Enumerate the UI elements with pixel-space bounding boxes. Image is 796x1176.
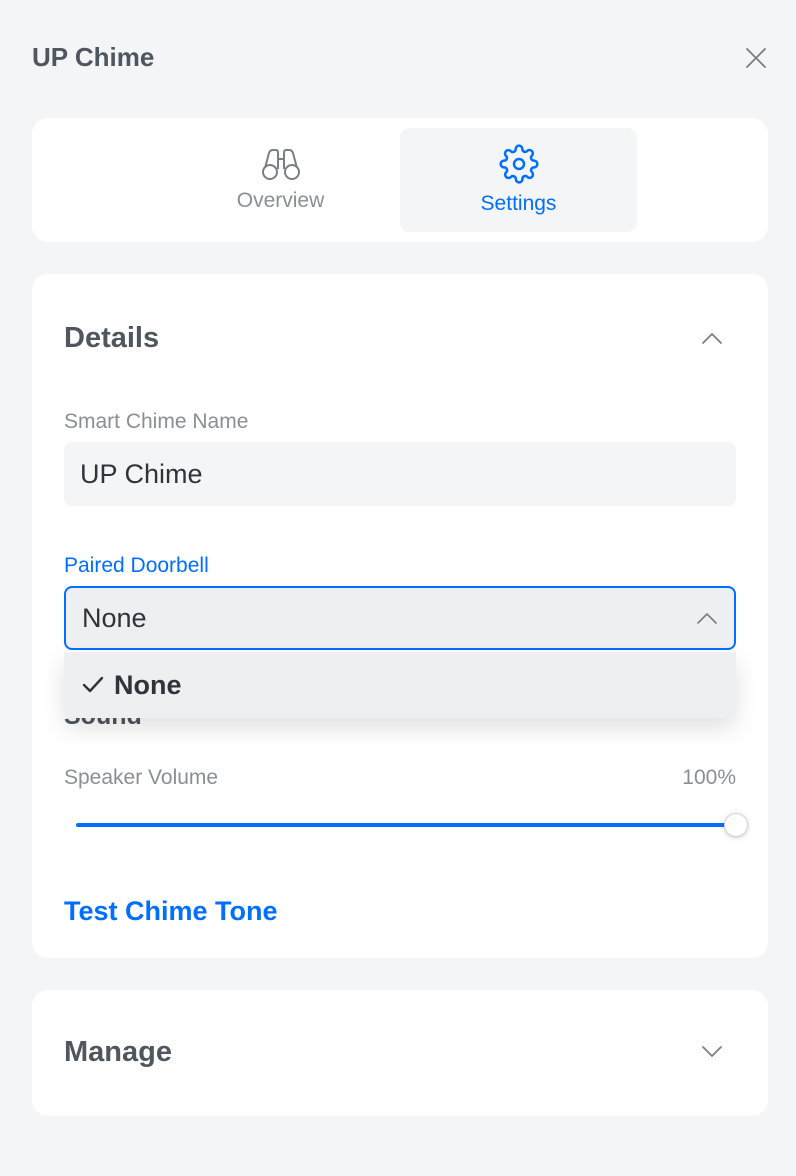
close-icon [746, 48, 766, 68]
binoculars-icon [261, 149, 300, 180]
chime-name-input[interactable] [64, 442, 736, 506]
slider-fill [76, 823, 736, 827]
speaker-volume-label: Speaker Volume [64, 766, 219, 789]
chime-name-label: Smart Chime Name [64, 410, 249, 433]
speaker-volume-slider[interactable] [76, 812, 748, 838]
paired-doorbell-select[interactable]: None [64, 586, 736, 650]
gear-icon [499, 144, 538, 184]
tab-overview[interactable]: Overview [162, 128, 399, 232]
paired-doorbell-label: Paired Doorbell [64, 554, 209, 577]
collapse-details-button[interactable] [694, 320, 730, 356]
chevron-up-icon [702, 333, 722, 344]
tab-bar: Overview Settings [32, 118, 768, 242]
details-section: Details Smart Chime Name Paired Doorbell… [32, 274, 768, 958]
tab-label: Overview [236, 189, 325, 212]
tab-label: Settings [480, 192, 557, 215]
chevron-down-icon [702, 1046, 722, 1057]
expand-manage-button[interactable] [694, 1034, 730, 1070]
slider-thumb[interactable] [724, 813, 748, 837]
manage-title: Manage [64, 1036, 172, 1068]
chevron-up-icon [697, 613, 717, 624]
details-title: Details [64, 322, 160, 354]
doorbell-dropdown-menu: None [64, 652, 736, 718]
test-chime-tone-link[interactable]: Test Chime Tone [64, 896, 278, 927]
close-button[interactable] [740, 42, 772, 74]
checkmark-icon [82, 676, 104, 694]
tab-settings[interactable]: Settings [400, 128, 637, 232]
manage-section[interactable]: Manage [32, 990, 768, 1116]
page-title: UP Chime [32, 42, 155, 72]
select-value: None [82, 602, 147, 633]
dropdown-option-none[interactable]: None [64, 652, 736, 718]
option-label: None [114, 669, 182, 700]
speaker-volume-value: 100% [682, 766, 736, 789]
